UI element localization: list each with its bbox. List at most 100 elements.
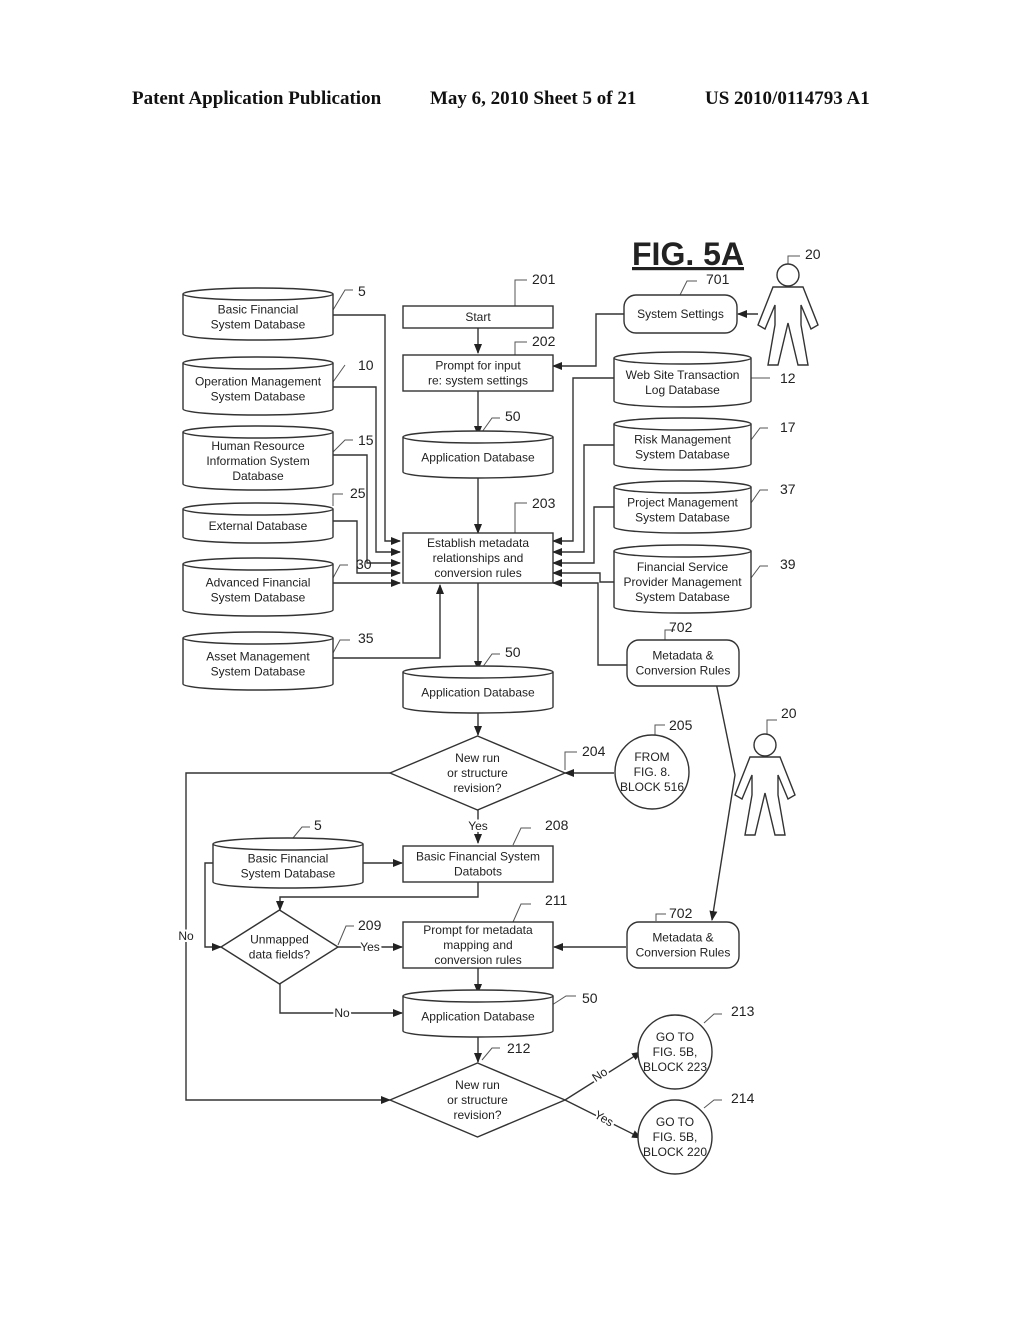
node-label: Conversion Rules <box>636 946 731 960</box>
node-label: revision? <box>453 1108 501 1122</box>
node-label: Log Database <box>645 383 720 397</box>
node-label: System Database <box>211 390 306 404</box>
edge-label-no-212: No <box>589 1064 610 1084</box>
node-label: Application Database <box>421 1010 535 1024</box>
node-label: FIG. 8. <box>634 765 671 779</box>
node-label: conversion rules <box>434 566 521 580</box>
node-label: Prompt for input <box>435 359 521 373</box>
node-label: Databots <box>454 865 502 879</box>
edge-label-yes-209: Yes <box>360 940 380 954</box>
reference-numeral: 10 <box>358 357 374 373</box>
edge-label-yes-204: Yes <box>468 819 488 833</box>
node-label: External Database <box>209 519 308 533</box>
node-label: Basic Financial <box>218 303 299 317</box>
node-label: System Settings <box>637 307 724 321</box>
reference-numeral: 203 <box>532 495 556 511</box>
node-label: System Database <box>635 511 730 525</box>
reference-numeral: 15 <box>358 432 374 448</box>
reference-numeral: 702 <box>669 619 693 635</box>
edge-17-to-203 <box>552 444 614 556</box>
reference-numeral: 39 <box>780 556 796 572</box>
node-label: FROM <box>634 750 669 764</box>
edge-label-no-209: No <box>334 1006 350 1020</box>
node-label: Establish metadata <box>427 536 529 550</box>
reference-numeral: 201 <box>532 271 556 287</box>
node-label: System Database <box>241 867 336 881</box>
edge-user-to-702s <box>708 654 736 921</box>
edge-label-yes-212: Yes <box>592 1108 616 1130</box>
node-label: data fields? <box>249 948 311 962</box>
node-label: BLOCK 223 <box>643 1060 707 1074</box>
reference-numeral: 209 <box>358 917 382 933</box>
reference-numeral: 30 <box>356 556 372 572</box>
node-label: Metadata & <box>652 649 713 663</box>
node-label: Human Resource <box>211 439 305 453</box>
reference-numeral: 17 <box>780 419 796 435</box>
reference-numeral: 204 <box>582 743 606 759</box>
node-label: Financial Service <box>637 560 729 574</box>
node-label: Operation Management <box>195 375 322 389</box>
node-label: Basic Financial System <box>416 850 540 864</box>
node-label: conversion rules <box>434 953 521 967</box>
node-label: mapping and <box>443 938 512 952</box>
figure-title: FIG. 5A <box>632 236 744 272</box>
reference-numeral: 5 <box>358 283 366 299</box>
reference-numeral: 212 <box>507 1040 531 1056</box>
node-label: Provider Management <box>623 575 742 589</box>
node-label: FIG. 5B, <box>653 1130 698 1144</box>
node-label: Asset Management <box>206 650 310 664</box>
node-label: Prompt for metadata <box>423 923 533 937</box>
node-label: Database <box>232 469 284 483</box>
reference-numeral: 213 <box>731 1003 755 1019</box>
node-label: Conversion Rules <box>636 664 731 678</box>
node-label: Application Database <box>421 451 535 465</box>
node-label: BLOCK 516 <box>620 780 684 794</box>
node-label: GO TO <box>656 1115 694 1129</box>
edge-35-to-203 <box>333 584 444 659</box>
node-label: Metadata & <box>652 931 713 945</box>
node-label: Risk Management <box>634 433 731 447</box>
node-label: Information System <box>206 454 309 468</box>
node-label: System Database <box>635 448 730 462</box>
edge-39-to-203 <box>552 569 614 583</box>
reference-numeral: 50 <box>505 644 521 660</box>
flowchart-diagram: FIG. 5A Basic FinancialSystem Database5O… <box>176 236 821 1175</box>
reference-numeral: 701 <box>706 271 730 287</box>
user-figure-user-top <box>757 263 819 366</box>
reference-numeral: 702 <box>669 905 693 921</box>
node-label: New run <box>455 1078 500 1092</box>
reference-numeral: 37 <box>780 481 796 497</box>
node-label: System Database <box>211 591 306 605</box>
node-label: GO TO <box>656 1030 694 1044</box>
node-label: Advanced Financial <box>206 576 311 590</box>
reference-numeral: 50 <box>582 990 598 1006</box>
node-label: Basic Financial <box>248 852 329 866</box>
node-label: System Database <box>211 665 306 679</box>
node-label: Unmapped <box>250 933 309 947</box>
reference-numeral: 5 <box>314 817 322 833</box>
reference-numeral: 214 <box>731 1090 755 1106</box>
node-label: New run <box>455 751 500 765</box>
reference-numeral: 20 <box>781 705 797 721</box>
node-label: Application Database <box>421 686 535 700</box>
node-label: System Database <box>211 318 306 332</box>
node-label: System Database <box>635 590 730 604</box>
reference-numeral: 12 <box>780 370 796 386</box>
node-label: Start <box>465 310 491 324</box>
user-figure-user-mid <box>734 733 796 836</box>
reference-numeral: 211 <box>545 892 568 908</box>
reference-numeral: 205 <box>669 717 693 733</box>
node-label: Web Site Transaction <box>626 368 740 382</box>
reference-numeral: 35 <box>358 630 374 646</box>
reference-numeral: 50 <box>505 408 521 424</box>
node-label: BLOCK 220 <box>643 1145 707 1159</box>
node-label: revision? <box>453 781 501 795</box>
node-label: Project Management <box>627 496 738 510</box>
node-label: re: system settings <box>428 374 528 388</box>
node-label: or structure <box>447 1093 508 1107</box>
node-label: FIG. 5B, <box>653 1045 698 1059</box>
reference-numeral: 20 <box>805 246 821 262</box>
node-label: or structure <box>447 766 508 780</box>
reference-numeral: 202 <box>532 333 556 349</box>
edge-15-to-203 <box>333 454 401 567</box>
